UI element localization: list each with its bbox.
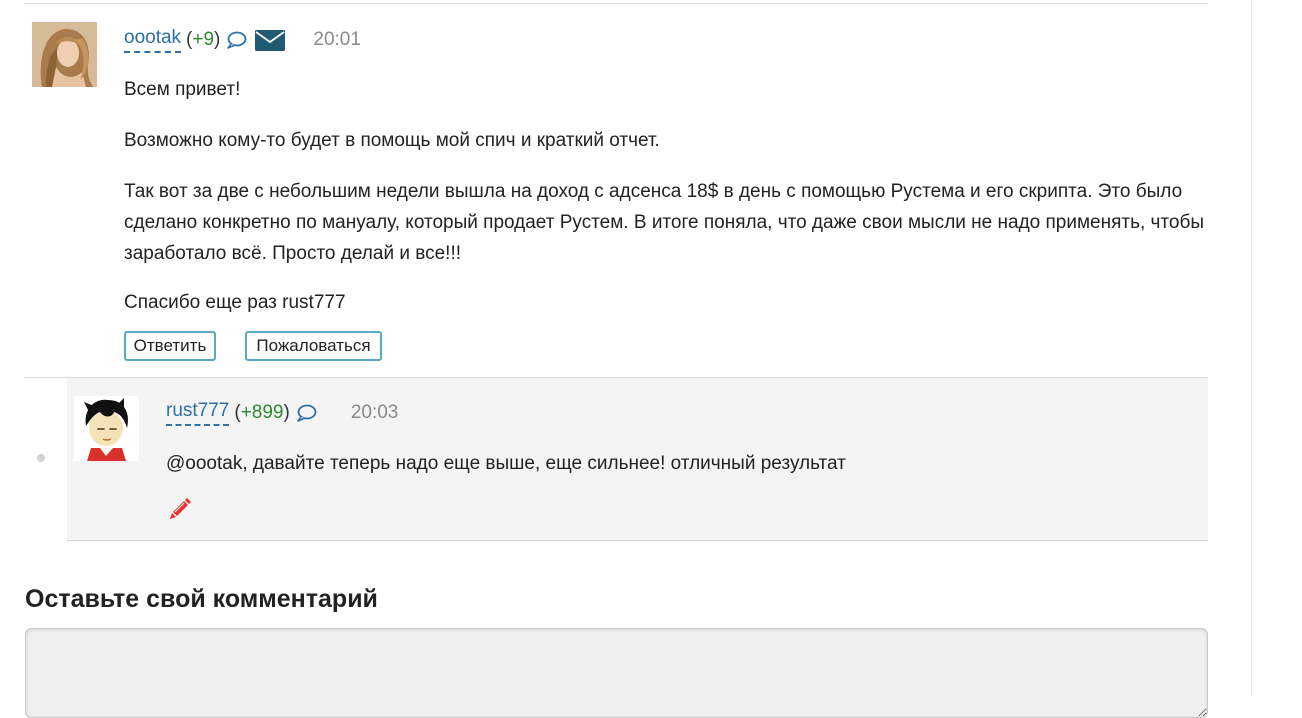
comment-paragraph: Всем привет! <box>124 79 241 100</box>
avatar-rust777[interactable] <box>74 396 139 461</box>
comment-meta: rust777 (+899) 20:03 <box>166 400 398 426</box>
comment-textarea[interactable] <box>25 628 1208 718</box>
karma-value: +899 <box>240 402 284 423</box>
right-divider <box>1251 0 1252 696</box>
top-divider <box>24 3 1208 4</box>
comment-form-heading: Оставьте свой комментарий <box>25 585 378 613</box>
speech-bubble-icon[interactable] <box>296 404 317 422</box>
karma-value: +9 <box>192 29 215 50</box>
karma-close-paren: ) <box>214 29 221 50</box>
karma: (+899) <box>234 402 289 424</box>
reply-text: @oootak, давайте теперь надо еще выше, е… <box>166 453 846 474</box>
avatar-oootak[interactable] <box>32 22 97 87</box>
report-button[interactable]: Пожаловаться <box>245 331 382 361</box>
comment-time: 20:01 <box>313 29 361 50</box>
comment-paragraph: Возможно кому-то будет в помощь мой спич… <box>124 130 660 151</box>
karma: (+9) <box>186 29 220 51</box>
thread-dot <box>37 454 45 462</box>
author-link[interactable]: oootak <box>124 27 182 53</box>
pencil-icon[interactable] <box>169 496 193 520</box>
comment-meta: oootak (+9) 20:01 <box>124 27 361 53</box>
karma-close-paren: ) <box>283 402 290 423</box>
speech-bubble-icon[interactable] <box>226 31 247 49</box>
envelope-icon[interactable] <box>255 29 286 52</box>
comment-paragraph: Спасибо еще раз rust777 <box>124 292 346 313</box>
author-link[interactable]: rust777 <box>166 400 230 426</box>
comment-paragraph: Так вот за две с небольшим недели вышла … <box>124 181 1205 264</box>
reply-button[interactable]: Ответить <box>124 331 216 361</box>
comment-time: 20:03 <box>350 402 399 423</box>
